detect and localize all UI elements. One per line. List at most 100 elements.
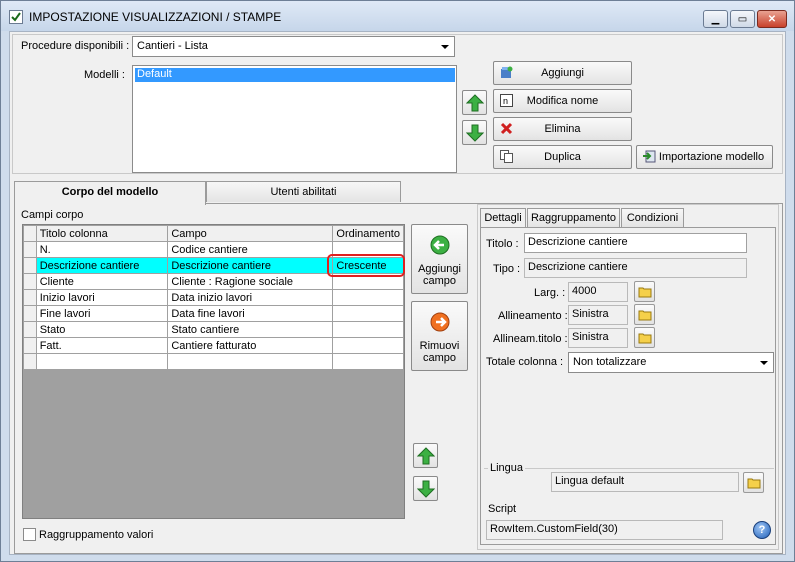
model-move-down-button[interactable] bbox=[462, 120, 487, 145]
cell-titolo[interactable]: Inizio lavori bbox=[35, 289, 169, 306]
allineamento-label: Allineamento : bbox=[498, 310, 568, 322]
duplicate-model-button[interactable]: Duplica bbox=[493, 145, 632, 169]
tab-raggruppamento[interactable]: Raggruppamento bbox=[527, 208, 620, 227]
svg-text:n: n bbox=[503, 96, 508, 106]
model-move-up-button[interactable] bbox=[462, 90, 487, 115]
tab-corpo-del-modello[interactable]: Corpo del modello bbox=[14, 181, 206, 205]
cell-titolo[interactable] bbox=[35, 353, 169, 370]
close-icon: ✕ bbox=[767, 13, 777, 25]
row-header[interactable] bbox=[23, 353, 37, 370]
titolo-input[interactable]: Descrizione cantiere bbox=[524, 233, 747, 253]
cell-titolo[interactable]: Descrizione cantiere bbox=[35, 257, 169, 274]
row-header-corner bbox=[23, 225, 37, 242]
maximize-button[interactable]: ▭ bbox=[730, 10, 755, 28]
group-values-checkbox[interactable] bbox=[23, 528, 36, 541]
table-row[interactable]: Stato Stato cantiere bbox=[23, 321, 404, 338]
column-header[interactable]: Campo bbox=[167, 225, 334, 242]
totale-colonna-select[interactable]: Non totalizzare bbox=[568, 352, 774, 373]
allineam-titolo-edit-button[interactable] bbox=[634, 327, 655, 348]
cell-ordinamento[interactable] bbox=[332, 337, 404, 354]
cell-campo[interactable]: Data fine lavori bbox=[167, 305, 334, 322]
modelli-listbox[interactable]: Default bbox=[132, 65, 457, 173]
tipo-label: Tipo : bbox=[493, 263, 521, 275]
add-model-button[interactable]: Aggiungi bbox=[493, 61, 632, 85]
folder-icon bbox=[638, 333, 652, 344]
maximize-icon: ▭ bbox=[737, 13, 748, 25]
table-row-new[interactable] bbox=[23, 353, 404, 370]
import-model-button[interactable]: Importazione modello bbox=[636, 145, 773, 169]
arrow-up-icon bbox=[417, 447, 435, 465]
table-row[interactable]: Fatt. Cantiere fatturato bbox=[23, 337, 404, 354]
cell-titolo[interactable]: N. bbox=[35, 241, 169, 258]
row-header[interactable] bbox=[23, 289, 37, 306]
tab-dettagli[interactable]: Dettagli bbox=[480, 208, 526, 228]
tab-condizioni[interactable]: Condizioni bbox=[621, 208, 684, 227]
title-bar[interactable]: IMPOSTAZIONE VISUALIZZAZIONI / STAMPE ▁ … bbox=[1, 1, 794, 31]
cell-titolo[interactable]: Stato bbox=[35, 321, 169, 338]
script-field: RowItem.CustomField(30) bbox=[486, 520, 723, 540]
cell-ordinamento[interactable] bbox=[332, 289, 404, 306]
add-model-button-label: Aggiungi bbox=[541, 67, 584, 79]
lingua-label: Lingua bbox=[488, 462, 526, 474]
cell-campo[interactable] bbox=[167, 353, 334, 370]
delete-model-button[interactable]: Elimina bbox=[493, 117, 632, 141]
tab-utenti-abilitati[interactable]: Utenti abilitati bbox=[206, 181, 401, 202]
column-header[interactable]: Ordinamento bbox=[332, 225, 404, 242]
row-header[interactable] bbox=[23, 321, 37, 338]
procedure-label: Procedure disponibili : bbox=[21, 40, 130, 52]
rename-model-button[interactable]: n Modifica nome bbox=[493, 89, 632, 113]
cell-ordinamento[interactable] bbox=[332, 305, 404, 322]
script-label: Script bbox=[488, 503, 517, 515]
row-header[interactable] bbox=[23, 305, 37, 322]
help-icon[interactable]: ? bbox=[753, 521, 771, 539]
cell-campo[interactable]: Cantiere fatturato bbox=[167, 337, 334, 354]
procedure-select[interactable]: Cantieri - Lista bbox=[132, 36, 455, 57]
delete-icon bbox=[500, 122, 513, 135]
import-model-button-label: Importazione modello bbox=[658, 151, 765, 163]
row-header[interactable] bbox=[23, 257, 37, 274]
row-header[interactable] bbox=[23, 337, 37, 354]
duplicate-model-button-label: Duplica bbox=[544, 151, 581, 163]
titolo-label: Titolo : bbox=[486, 238, 519, 250]
client-area: Procedure disponibili : Cantieri - Lista… bbox=[9, 31, 786, 555]
arrow-right-circle-icon bbox=[430, 312, 450, 332]
column-header[interactable]: Titolo colonna bbox=[35, 225, 169, 242]
cell-titolo[interactable]: Cliente bbox=[35, 273, 169, 290]
cell-campo[interactable]: Data inizio lavori bbox=[167, 289, 334, 306]
totale-colonna-value: Non totalizzare bbox=[573, 356, 647, 368]
duplicate-icon bbox=[500, 150, 513, 163]
cell-ordinamento[interactable] bbox=[332, 353, 404, 370]
cell-campo[interactable]: Codice cantiere bbox=[167, 241, 334, 258]
cell-ordinamento[interactable] bbox=[332, 321, 404, 338]
add-field-button[interactable]: Aggiungi campo bbox=[411, 224, 468, 294]
cell-campo[interactable]: Stato cantiere bbox=[167, 321, 334, 338]
window-title: IMPOSTAZIONE VISUALIZZAZIONI / STAMPE bbox=[29, 10, 282, 24]
minimize-button[interactable]: ▁ bbox=[703, 10, 728, 28]
allineam-titolo-label: Allineam.titolo : bbox=[493, 333, 568, 345]
cell-titolo[interactable]: Fatt. bbox=[35, 337, 169, 354]
arrow-up-icon bbox=[466, 94, 484, 112]
rename-icon: n bbox=[500, 94, 513, 107]
field-move-down-button[interactable] bbox=[413, 476, 438, 501]
remove-field-button[interactable]: Rimuovi campo bbox=[411, 301, 468, 371]
totale-colonna-label: Totale colonna : bbox=[486, 356, 564, 368]
lingua-edit-button[interactable] bbox=[743, 472, 764, 493]
grid-header-row: Titolo colonna Campo Ordinamento bbox=[23, 225, 404, 242]
table-row[interactable]: Fine lavori Data fine lavori bbox=[23, 305, 404, 322]
allineamento-edit-button[interactable] bbox=[634, 304, 655, 325]
cell-titolo[interactable]: Fine lavori bbox=[35, 305, 169, 322]
larg-label: Larg. : bbox=[534, 287, 566, 299]
list-item[interactable]: Default bbox=[135, 68, 455, 82]
campi-corpo-label: Campi corpo bbox=[21, 209, 84, 221]
row-header[interactable] bbox=[23, 273, 37, 290]
minimize-icon: ▁ bbox=[711, 13, 720, 25]
larg-edit-button[interactable] bbox=[634, 281, 655, 302]
cell-campo[interactable]: Cliente : Ragione sociale bbox=[167, 273, 334, 290]
window-checkbox-icon bbox=[9, 10, 23, 24]
row-header[interactable] bbox=[23, 241, 37, 258]
close-button[interactable]: ✕ bbox=[757, 10, 787, 28]
table-row[interactable]: Inizio lavori Data inizio lavori bbox=[23, 289, 404, 306]
allineam-titolo-field: Sinistra bbox=[568, 328, 628, 348]
cell-campo[interactable]: Descrizione cantiere bbox=[167, 257, 334, 274]
field-move-up-button[interactable] bbox=[413, 443, 438, 468]
